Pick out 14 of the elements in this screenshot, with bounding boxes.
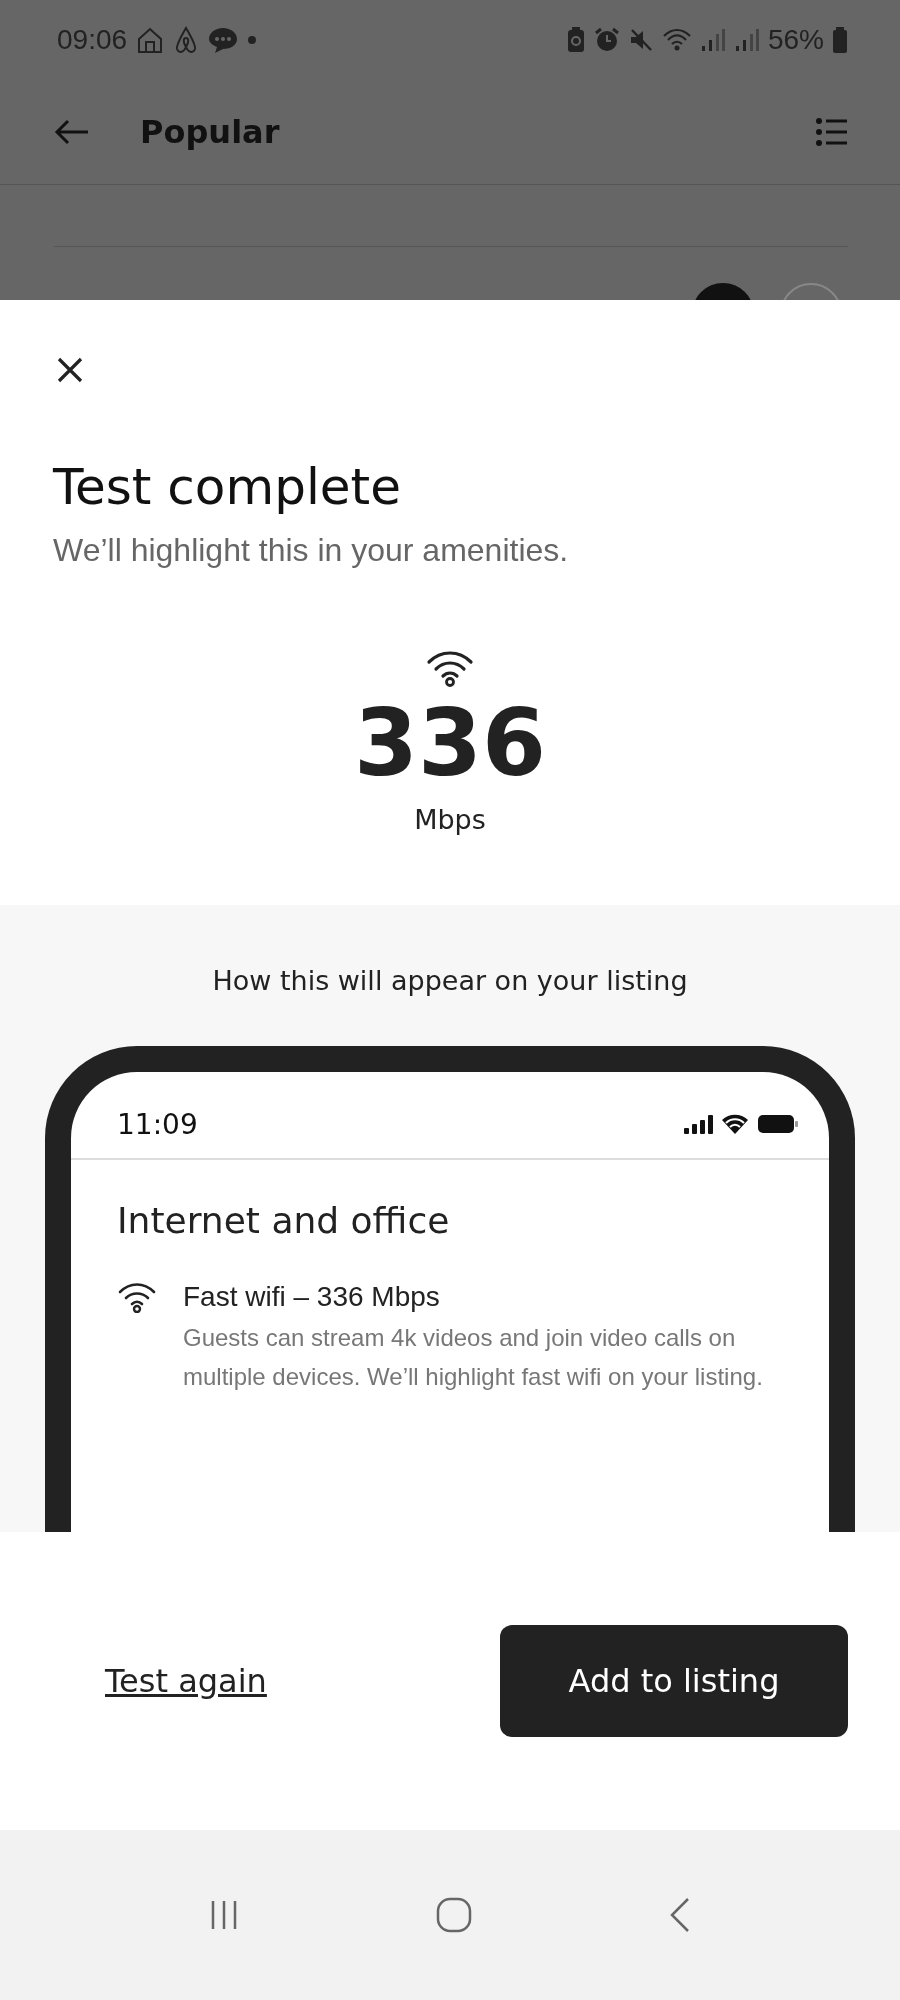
preview-heading: How this will appear on your listing [211, 965, 689, 997]
speed-value: 336 [353, 693, 546, 795]
add-to-listing-button[interactable]: Add to listing [500, 1625, 848, 1738]
amenity-description: Guests can stream 4k videos and join video calls on multiple devices. We’ll highlight fast wifi on your listing. [183, 1323, 764, 1392]
battery-percent: 56% [767, 24, 824, 56]
speed-unit: Mbps [414, 804, 486, 836]
section-title: Internet and office [117, 1200, 451, 1242]
phone-time: 11:09 [117, 1107, 198, 1141]
amenity-title: Fast wifi – 336 Mbps [183, 1281, 441, 1314]
sheet-subtitle: We’ll highlight this in your amenities. [53, 532, 570, 569]
test-again-link[interactable]: Test again [105, 1662, 267, 1701]
status-time: 09:06 [57, 24, 128, 56]
page-title: Popular [140, 113, 281, 151]
sheet-title: Test complete [53, 458, 402, 516]
